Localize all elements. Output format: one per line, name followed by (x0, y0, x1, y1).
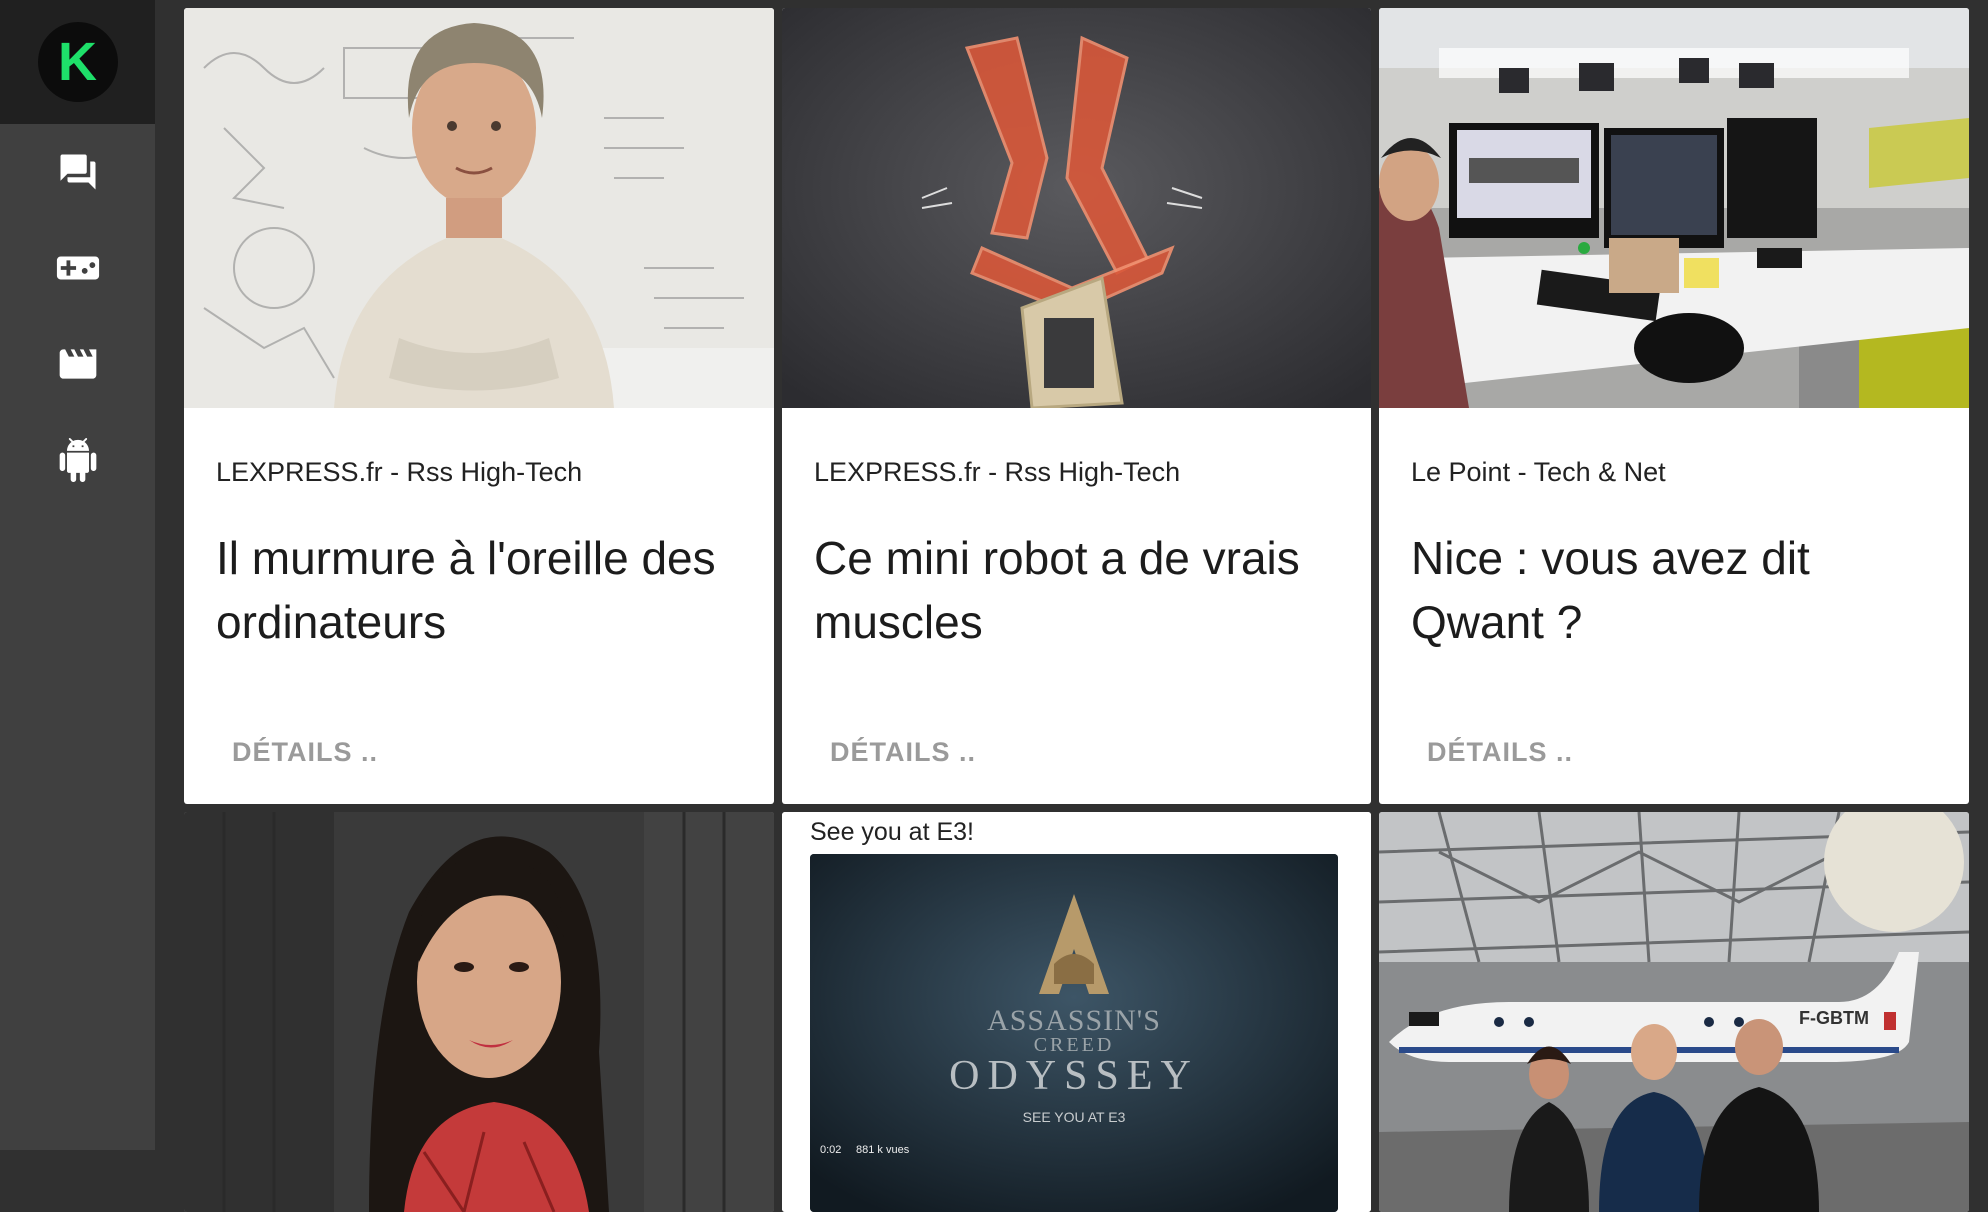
news-card[interactable]: See you at E3! ASSASSIN'S CREED ODYSSEY (782, 812, 1371, 1212)
android-icon (59, 438, 96, 482)
card-title[interactable]: Ce mini robot a de vrais muscles (814, 526, 1339, 654)
logo-area[interactable]: K (0, 0, 155, 124)
card-image-woman-portrait[interactable] (184, 812, 774, 1212)
card-title[interactable]: Nice : vous avez dit Qwant ? (1411, 526, 1937, 654)
video-views: 881 k vues (856, 1144, 910, 1156)
video-time: 0:02 (820, 1144, 842, 1156)
app-logo[interactable]: K (37, 22, 118, 102)
video-frame[interactable]: ASSASSIN'S CREED ODYSSEY SEE YOU AT E3 0… (810, 854, 1338, 1212)
game-title-line1: ASSASSIN'S (987, 1004, 1161, 1037)
card-source: LEXPRESS.fr - Rss High-Tech (216, 457, 583, 487)
card-image-game-screenshot[interactable]: See you at E3! ASSASSIN'S CREED ODYSSEY (782, 812, 1371, 1212)
card-image-mini-robot[interactable] (782, 8, 1371, 408)
cards-grid: LEXPRESS.fr - Rss High-Tech Il murmure à… (184, 8, 1969, 1212)
details-button[interactable]: DÉTAILS .. (1427, 737, 1573, 768)
sidebar-item-chat[interactable] (0, 124, 155, 220)
logo-letter: K (58, 32, 97, 92)
news-card[interactable]: F-GBTM (1379, 812, 1969, 1212)
card-title[interactable]: Il murmure à l'oreille des ordinateurs (216, 526, 742, 654)
news-card[interactable] (184, 812, 774, 1212)
game-tagline: SEE YOU AT E3 (1022, 1109, 1126, 1125)
news-card[interactable]: LEXPRESS.fr - Rss High-Tech Il murmure à… (184, 8, 774, 804)
card-image-hangar-plane[interactable]: F-GBTM (1379, 812, 1969, 1212)
movie-icon (59, 349, 96, 379)
card-source: Le Point - Tech & Net (1411, 457, 1666, 487)
tweet-caption: See you at E3! (810, 818, 975, 846)
sidebar: K (0, 0, 155, 1150)
forum-icon (60, 154, 95, 190)
svg-text:F-GBTM: F-GBTM (1799, 1008, 1869, 1028)
details-button[interactable]: DÉTAILS .. (830, 737, 976, 768)
gamepad-icon (56, 256, 99, 280)
news-card[interactable]: Le Point - Tech & Net Nice : vous avez d… (1379, 8, 1969, 804)
sidebar-item-movies[interactable] (0, 316, 155, 412)
news-card[interactable]: LEXPRESS.fr - Rss High-Tech Ce mini robo… (782, 8, 1371, 804)
card-source: LEXPRESS.fr - Rss High-Tech (814, 457, 1181, 487)
card-image-office[interactable] (1379, 8, 1969, 408)
details-button[interactable]: DÉTAILS .. (232, 737, 378, 768)
game-title-line3: ODYSSEY (949, 1053, 1199, 1099)
card-image-man-whiteboard[interactable] (184, 8, 774, 408)
sidebar-item-android[interactable] (0, 412, 155, 508)
sidebar-item-games[interactable] (0, 220, 155, 316)
